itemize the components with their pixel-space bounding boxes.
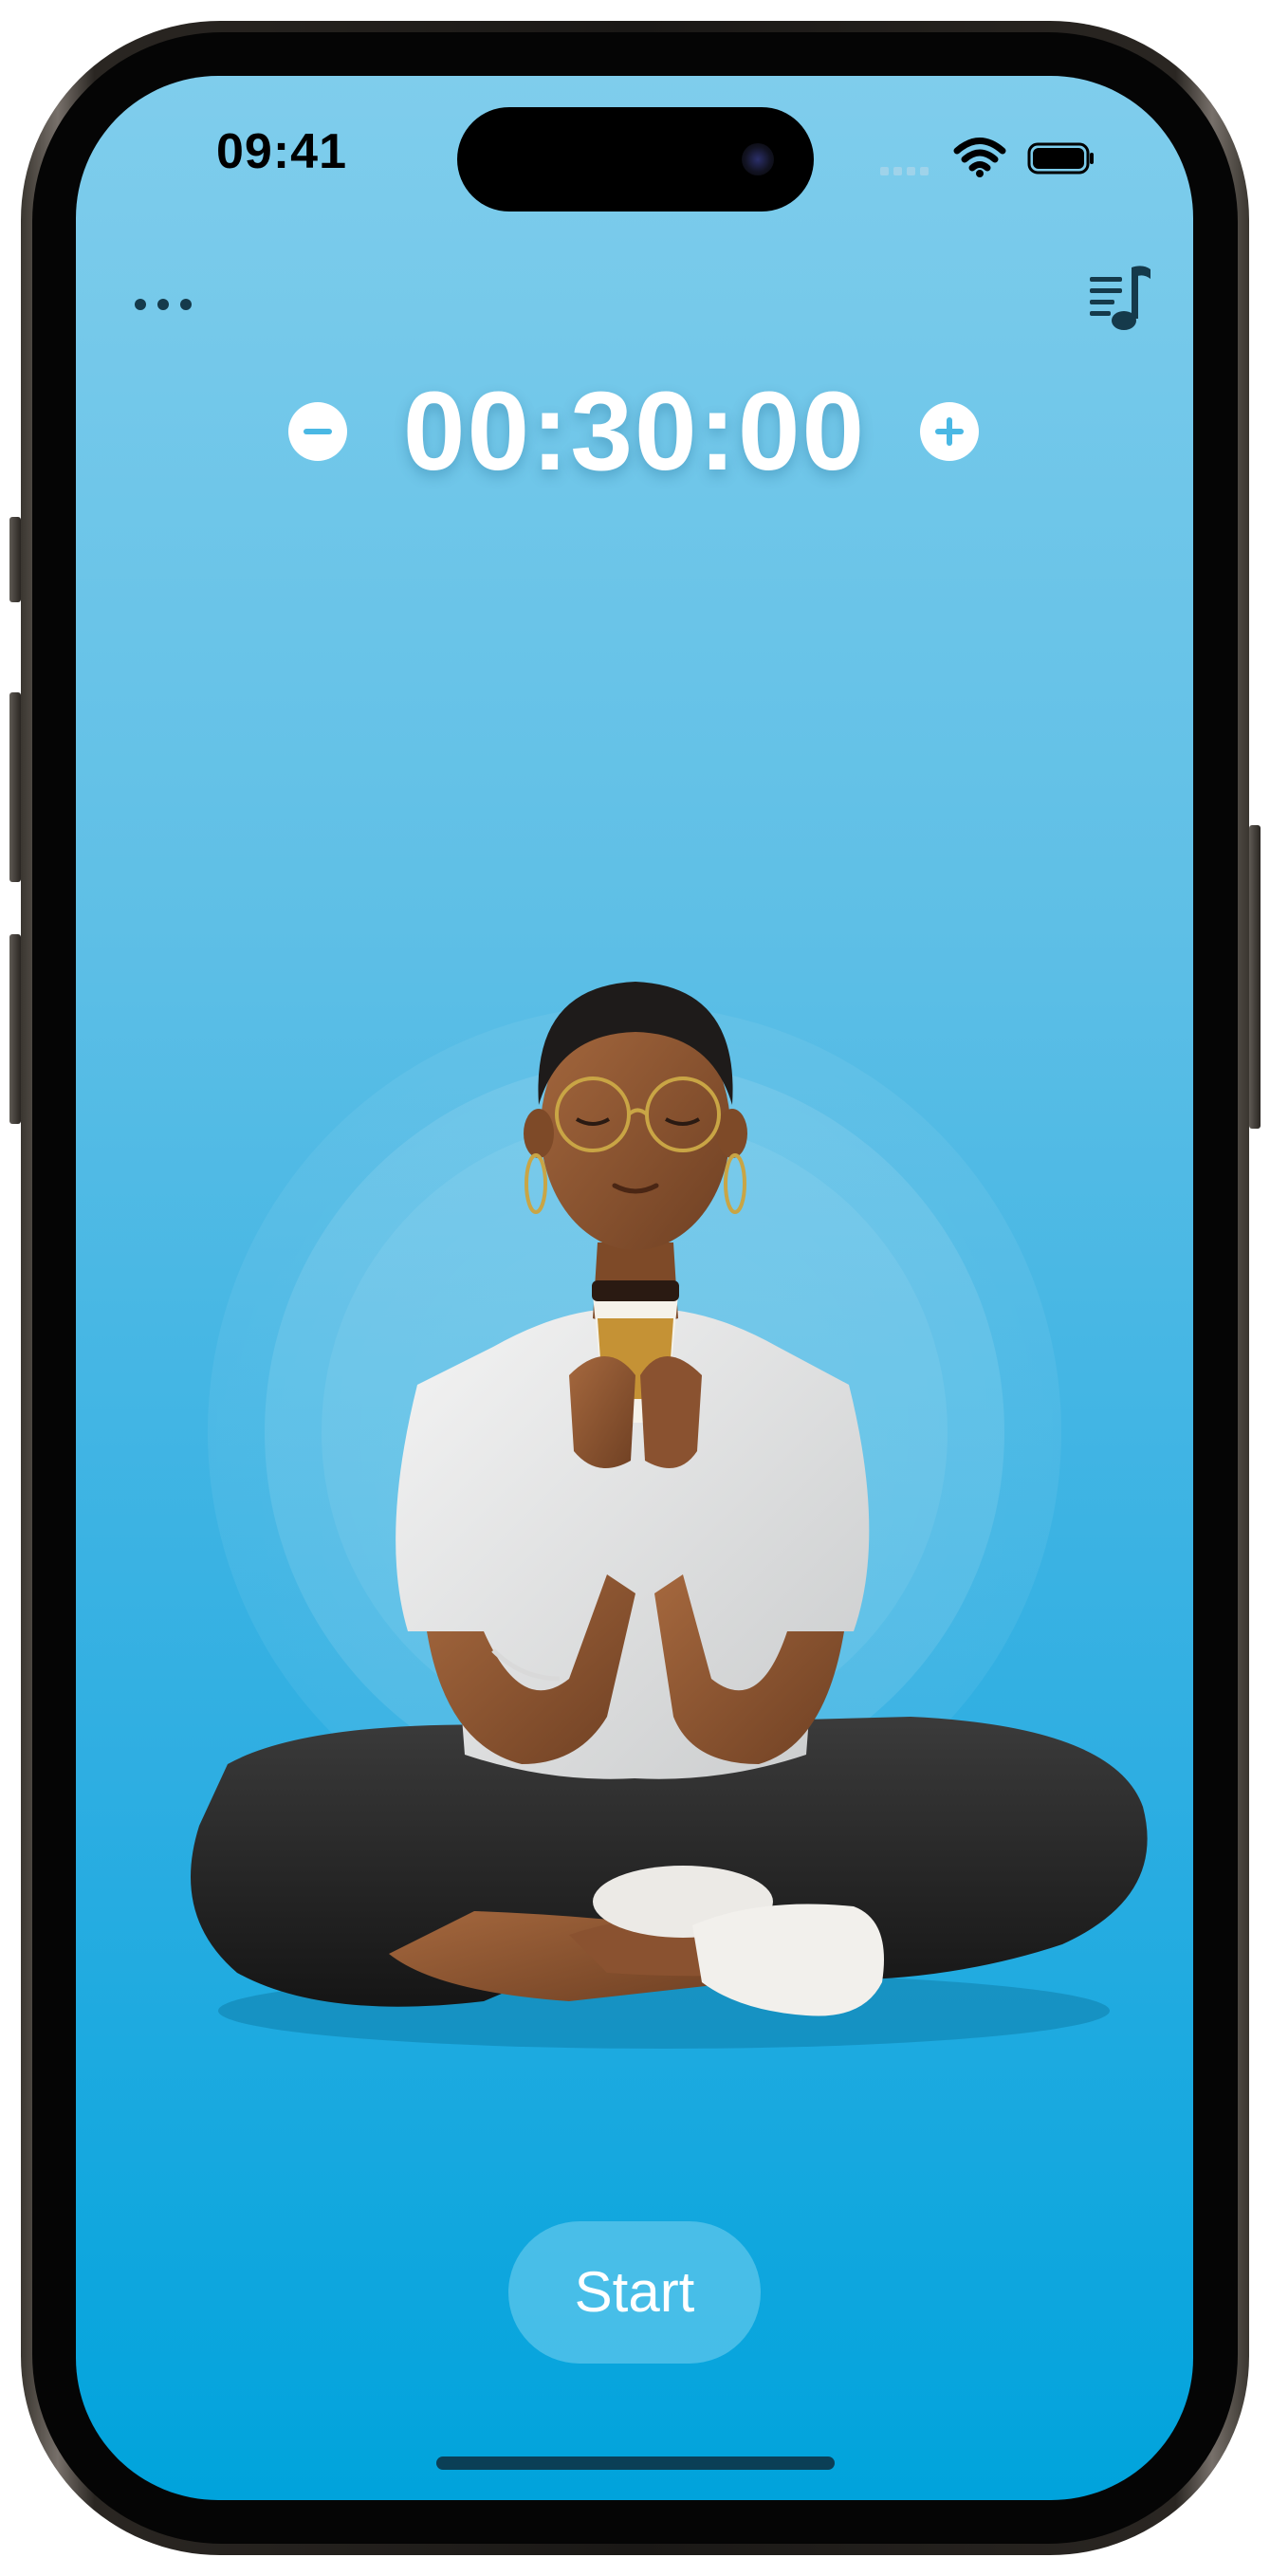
- timer-display: 00:30:00: [402, 369, 867, 494]
- increase-time-button[interactable]: [920, 402, 979, 461]
- volume-up-button: [9, 692, 21, 882]
- start-button[interactable]: Start: [508, 2221, 761, 2364]
- music-playlist-button[interactable]: [1077, 256, 1162, 341]
- status-time: 09:41: [216, 124, 347, 179]
- power-button: [1249, 825, 1261, 1129]
- more-options-button[interactable]: [123, 280, 209, 327]
- dynamic-island: [457, 107, 814, 212]
- minus-icon: [304, 429, 332, 434]
- action-button: [9, 517, 21, 602]
- home-indicator[interactable]: [436, 2456, 835, 2470]
- wifi-icon: [953, 138, 1006, 177]
- meditation-illustration: [191, 982, 1148, 2049]
- app-screen: 09:41 00:30:00 Start: [76, 76, 1193, 2500]
- decrease-time-button[interactable]: [288, 402, 347, 461]
- more-icon: [135, 299, 146, 310]
- battery-icon: [1027, 142, 1094, 175]
- cellular-signal-icon: [880, 163, 933, 180]
- volume-down-button: [9, 934, 21, 1124]
- front-camera: [742, 143, 774, 175]
- timer-row: 00:30:00: [76, 360, 1193, 503]
- music-list-icon: [1090, 266, 1150, 330]
